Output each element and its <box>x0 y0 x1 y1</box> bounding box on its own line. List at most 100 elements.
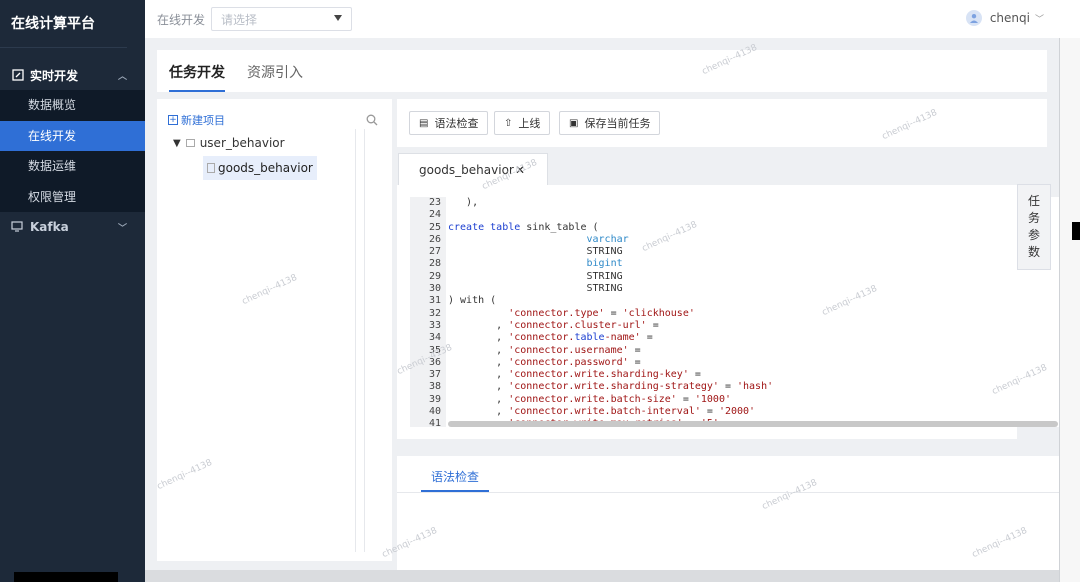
syntax-check-button[interactable]: ▤ 语法检查 <box>409 111 489 135</box>
chevron-up-icon: ︿ <box>117 71 127 82</box>
line-number: 31 <box>428 295 441 307</box>
tab-syntax-check-output[interactable]: 语法检查 <box>421 468 489 492</box>
scroll-thumb[interactable] <box>1072 222 1080 240</box>
chevron-down-icon: ﹀ <box>117 223 127 234</box>
line-number: 37 <box>428 369 441 381</box>
code-line: STRING <box>448 270 623 282</box>
menu-group-realtime: 实时开发 ︿ 数据概览 在线开发 数据运维 权限管理 Kafka ﹀ <box>0 60 145 242</box>
new-project-button[interactable]: + 新建项目 <box>168 112 225 128</box>
line-number: 30 <box>428 283 441 295</box>
folder-label: user_behavior <box>199 136 285 150</box>
line-number: 26 <box>428 233 441 245</box>
online-button[interactable]: ⇧ 上线 <box>494 111 551 135</box>
line-number: 41 <box>428 418 441 427</box>
project-select[interactable]: 请选择 <box>211 7 353 31</box>
tab-resource-import[interactable]: 资源引入 <box>247 62 303 92</box>
tree-scrollbar[interactable] <box>355 129 365 552</box>
kafka-label: Kafka <box>30 220 69 234</box>
code-editor[interactable]: 2324252627282930313233343536373839404142… <box>410 197 1060 427</box>
user-name: chenqi <box>989 11 1030 25</box>
code-line: , 'connector.write.sharding-strategy' = … <box>448 381 774 393</box>
bottom-edge <box>145 570 1059 582</box>
select-placeholder: 请选择 <box>221 12 258 27</box>
code-line: ) with ( <box>448 295 497 307</box>
search-icon[interactable] <box>366 114 378 129</box>
code-line: , 'connector.write.sharding-key' = <box>448 369 701 381</box>
syntax-check-label: 语法检查 <box>434 117 479 130</box>
plus-icon: + <box>168 115 178 125</box>
save-icon: ▣ <box>569 117 579 129</box>
sidebar-item-permissions[interactable]: 权限管理 <box>0 182 145 213</box>
output-panel: 语法检查 <box>397 456 1059 570</box>
line-number: 27 <box>428 246 441 258</box>
sidebar-item-online-dev[interactable]: 在线开发 <box>0 120 145 151</box>
line-number: 40 <box>428 406 441 418</box>
save-task-label: 保存当前任务 <box>584 117 651 130</box>
page-tabs: 任务开发 资源引入 <box>157 50 1047 92</box>
breadcrumb: 在线开发 <box>157 12 206 27</box>
divider <box>397 492 1059 493</box>
online-label: 上线 <box>518 117 541 130</box>
menu-head-label: 实时开发 <box>30 68 79 83</box>
code-line: , 'connector.write.batch-size' = '1000' <box>448 393 731 405</box>
code-line: create table sink_table ( <box>448 221 599 233</box>
line-number: 39 <box>428 393 441 405</box>
sidebar: 在线计算平台 实时开发 ︿ 数据概览 在线开发 数据运维 权限管理 Kafka … <box>0 0 145 582</box>
sidebar-item-overview[interactable]: 数据概览 <box>0 90 145 121</box>
file-icon <box>207 163 215 173</box>
app-title: 在线计算平台 <box>0 0 127 48</box>
editor-toolbar: ▤ 语法检查 ⇧ 上线 ▣ 保存当前任务 <box>397 99 1047 147</box>
side-tab-char: 任 <box>1027 194 1040 208</box>
menu-head-kafka[interactable]: Kafka ﹀ <box>0 212 145 242</box>
line-number: 24 <box>428 209 441 221</box>
side-tab-char: 务 <box>1027 211 1040 225</box>
line-number: 33 <box>428 319 441 331</box>
edit-icon <box>11 69 24 82</box>
folder-icon <box>185 139 195 147</box>
submenu: 数据概览 在线开发 数据运维 权限管理 <box>0 90 145 212</box>
task-params-tab[interactable]: 任 务 参 数 <box>1017 184 1051 270</box>
code-line: , 'connector.username' = <box>448 344 641 356</box>
avatar <box>965 10 982 26</box>
line-number: 34 <box>428 332 441 344</box>
code-line: bigint <box>586 258 623 270</box>
code-line: , 'connector.cluster-url' = <box>448 319 659 331</box>
line-gutter: 2324252627282930313233343536373839404142 <box>410 197 446 427</box>
tree-folder[interactable]: ▼ user_behavior <box>173 136 285 150</box>
code-line: varchar <box>586 233 629 245</box>
menu-head-realtime[interactable]: 实时开发 ︿ <box>0 60 145 90</box>
caret-down-icon[interactable]: ▼ <box>173 138 181 149</box>
upload-icon: ⇧ <box>504 117 513 129</box>
right-scrollbar[interactable] <box>1059 38 1080 582</box>
user-menu[interactable]: chenqi ﹀ <box>965 10 1044 26</box>
code-line: STRING <box>448 246 623 258</box>
code-line: , 'connector.table-name' = <box>448 332 653 344</box>
sidebar-item-ops[interactable]: 数据运维 <box>0 151 145 182</box>
new-project-label: 新建项目 <box>181 114 225 127</box>
thumbnail <box>14 572 118 582</box>
code-line: STRING <box>448 283 623 295</box>
code-line: , 'connector.write.batch-interval' = '20… <box>448 406 756 418</box>
line-number: 28 <box>428 258 441 270</box>
line-number: 29 <box>428 270 441 282</box>
code-content[interactable]: ), create table sink_table ( varchar STRI… <box>448 197 773 427</box>
save-task-button[interactable]: ▣ 保存当前任务 <box>559 111 661 135</box>
code-line: , 'connector.password' = <box>448 356 641 368</box>
code-line: 'connector.type' = 'clickhouse' <box>508 307 695 319</box>
horizontal-scrollbar[interactable] <box>448 421 1058 427</box>
project-tree-panel: + 新建项目 ▼ user_behavior goods_behavior <box>157 99 392 561</box>
tab-task-dev[interactable]: 任务开发 <box>169 62 225 92</box>
chevron-down-icon: ﹀ <box>1034 14 1044 25</box>
line-number: 25 <box>428 221 441 233</box>
code-line: ), <box>448 197 479 208</box>
dropdown-arrow-icon <box>334 15 343 21</box>
side-tab-char: 参 <box>1027 228 1040 242</box>
side-tab-char: 数 <box>1027 245 1040 259</box>
kafka-icon <box>11 220 24 234</box>
top-bar: 在线开发 请选择 chenqi ﹀ <box>145 0 1080 38</box>
line-number: 23 <box>428 197 441 208</box>
line-number: 32 <box>428 307 441 319</box>
editor-card: goods_behavior ✕ 23 24 25 26 27 28 29 30 31 32 33 3… <box>397 153 1060 439</box>
tree-file[interactable]: goods_behavior <box>203 156 317 180</box>
